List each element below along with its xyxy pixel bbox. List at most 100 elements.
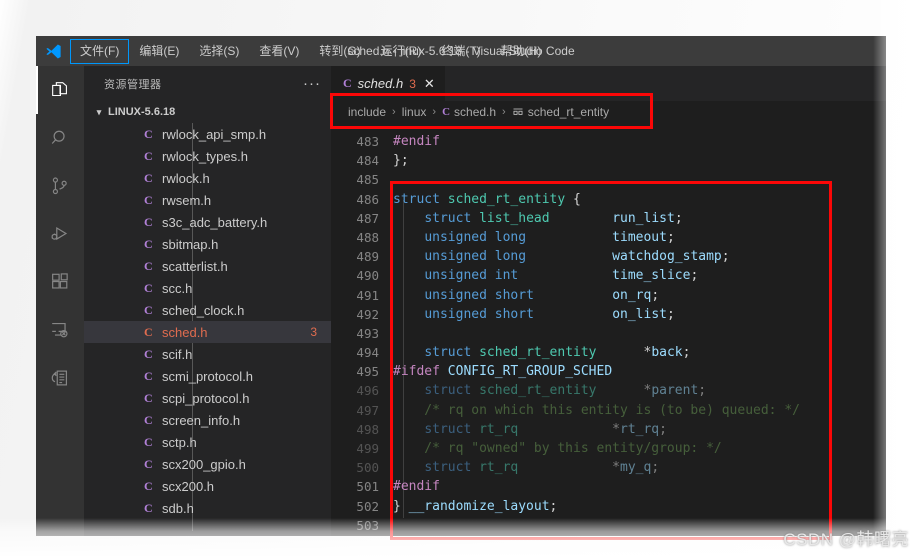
- folder-root-linux[interactable]: ▾ LINUX-5.6.18: [84, 101, 331, 123]
- breadcrumb[interactable]: include › linux › C sched.h › sched_rt_e…: [331, 101, 886, 123]
- list-item[interactable]: C scc.h: [84, 277, 331, 299]
- line-content: struct sched_rt_entity *parent;: [424, 383, 707, 399]
- list-item-sched-h[interactable]: C sched.h 3: [84, 321, 331, 343]
- testing-icon: [49, 367, 71, 389]
- line-number: 488: [356, 229, 379, 245]
- folder-label: LINUX-5.6.18: [108, 106, 176, 118]
- code-line: 489 unsigned long watchdog_stamp;: [331, 247, 886, 266]
- list-item[interactable]: C scatterlist.h: [84, 255, 331, 277]
- file-name: rwsem.h: [162, 192, 212, 208]
- c-file-icon: C: [144, 412, 153, 427]
- code-line: 483 #endif: [331, 132, 886, 151]
- list-item[interactable]: C sctp.h: [84, 431, 331, 453]
- line-content: } __randomize_layout;: [393, 498, 558, 514]
- c-file-icon: C: [144, 214, 153, 229]
- line-content: unsigned short on_rq;: [424, 287, 660, 303]
- line-number: 503: [356, 517, 379, 533]
- c-file-icon: C: [144, 126, 153, 141]
- code-line: 490 unsigned int time_slice;: [331, 266, 886, 285]
- list-item[interactable]: C sched_clock.h: [84, 299, 331, 321]
- vscode-logo-icon: [36, 36, 70, 66]
- line-number: 485: [356, 172, 379, 188]
- list-item[interactable]: C rwlock_types.h: [84, 145, 331, 167]
- list-item[interactable]: C rwlock_api_smp.h: [84, 123, 331, 145]
- line-number: 498: [356, 421, 379, 437]
- c-file-icon: C: [144, 148, 153, 163]
- activity-bar: [36, 66, 84, 536]
- file-tree[interactable]: C rwlock_api_smp.h C rwlock_types.h C rw…: [84, 123, 331, 531]
- breadcrumb-item-sched-h[interactable]: sched.h: [454, 105, 496, 119]
- code-line: 500 struct rt_rq *my_q;: [331, 458, 886, 477]
- struct-symbol-icon: [512, 106, 524, 118]
- list-item[interactable]: C scmi_protocol.h: [84, 365, 331, 387]
- list-item[interactable]: C screen_info.h: [84, 409, 331, 431]
- breadcrumb-item-sched-rt-entity[interactable]: sched_rt_entity: [528, 105, 609, 119]
- list-item[interactable]: C sbitmap.h: [84, 233, 331, 255]
- list-item[interactable]: C scx200.h: [84, 475, 331, 497]
- line-number: 484: [356, 153, 379, 169]
- activity-item-run-and-debug[interactable]: [36, 210, 84, 258]
- activity-item-search[interactable]: [36, 114, 84, 162]
- file-name: scx200_gpio.h: [162, 456, 246, 472]
- line-number: 487: [356, 210, 379, 226]
- menu-bar[interactable]: 文件(F) 编辑(E) 选择(S) 查看(V) 转到(G) 运行(R) 终端(T…: [69, 36, 551, 66]
- line-content: unsigned long watchdog_stamp;: [424, 249, 730, 265]
- line-content: /* rq "owned" by this entity/group: */: [393, 441, 722, 456]
- c-file-icon: C: [144, 368, 153, 383]
- file-name: scif.h: [162, 346, 193, 362]
- menu-item-file[interactable]: 文件(F): [69, 38, 130, 64]
- file-name: rwlock_api_smp.h: [162, 126, 267, 142]
- menu-item-go[interactable]: 转到(G): [310, 40, 369, 63]
- activity-item-remote-explorer[interactable]: [36, 306, 84, 354]
- activity-item-explorer[interactable]: [36, 66, 84, 114]
- explorer-icon: [49, 79, 71, 101]
- code-line: 485: [331, 170, 886, 189]
- menu-item-selection[interactable]: 选择(S): [190, 40, 248, 63]
- menu-item-run[interactable]: 运行(R): [372, 40, 431, 63]
- list-item[interactable]: C sdb.h: [84, 497, 331, 519]
- line-content: #endif: [393, 479, 440, 495]
- list-item[interactable]: C s3c_adc_battery.h: [84, 211, 331, 233]
- source-control-icon: [49, 175, 71, 197]
- line-content: #endif: [393, 134, 440, 149]
- list-item[interactable]: C scx200_gpio.h: [84, 453, 331, 475]
- close-icon[interactable]: ✕: [424, 76, 435, 92]
- line-content: #ifdef CONFIG_RT_GROUP_SCHED: [393, 364, 613, 380]
- c-file-icon: C: [144, 346, 153, 361]
- line-content: unsigned short on_list;: [424, 306, 675, 322]
- line-content: struct sched_rt_entity {: [393, 191, 581, 207]
- code-line: 503: [331, 516, 886, 535]
- line-content: unsigned int time_slice;: [424, 268, 699, 284]
- breadcrumb-item-include[interactable]: include: [348, 105, 386, 119]
- list-item[interactable]: C rwsem.h: [84, 189, 331, 211]
- more-actions-icon[interactable]: ···: [303, 76, 321, 91]
- menu-item-edit[interactable]: 编辑(E): [130, 40, 188, 63]
- chevron-down-icon: ▾: [96, 106, 102, 117]
- line-number: 483: [356, 134, 379, 149]
- list-item[interactable]: C scpi_protocol.h: [84, 387, 331, 409]
- activity-item-extensions[interactable]: [36, 258, 84, 306]
- code-line: 492 unsigned short on_list;: [331, 305, 886, 324]
- file-name: scmi_protocol.h: [162, 368, 254, 384]
- file-name: s3c_adc_battery.h: [162, 214, 268, 230]
- line-number: 501: [356, 479, 379, 495]
- breadcrumb-item-linux[interactable]: linux: [402, 105, 427, 119]
- line-number: 489: [356, 249, 379, 265]
- list-item[interactable]: C scif.h: [84, 343, 331, 365]
- code-line: 488 unsigned long timeout;: [331, 228, 886, 247]
- activity-item-source-control[interactable]: [36, 162, 84, 210]
- line-content: };: [393, 153, 409, 169]
- menu-item-view[interactable]: 查看(V): [250, 40, 308, 63]
- c-file-icon: C: [144, 324, 153, 339]
- run-and-debug-icon: [49, 223, 71, 245]
- c-file-icon: C: [144, 258, 153, 273]
- code-editor[interactable]: 483 #endif 484 }; 485 486 struct sched_r…: [331, 123, 886, 536]
- menu-item-terminal[interactable]: 终端(T): [432, 40, 489, 63]
- menu-item-help[interactable]: 帮助(H): [492, 40, 551, 63]
- list-item[interactable]: C rwlock.h: [84, 167, 331, 189]
- tab-sched-h[interactable]: C sched.h 3 ✕: [331, 66, 446, 101]
- activity-item-testing[interactable]: [36, 354, 84, 402]
- file-name: scatterlist.h: [162, 258, 228, 274]
- file-name: sdb.h: [162, 500, 194, 516]
- c-file-icon: C: [343, 76, 352, 90]
